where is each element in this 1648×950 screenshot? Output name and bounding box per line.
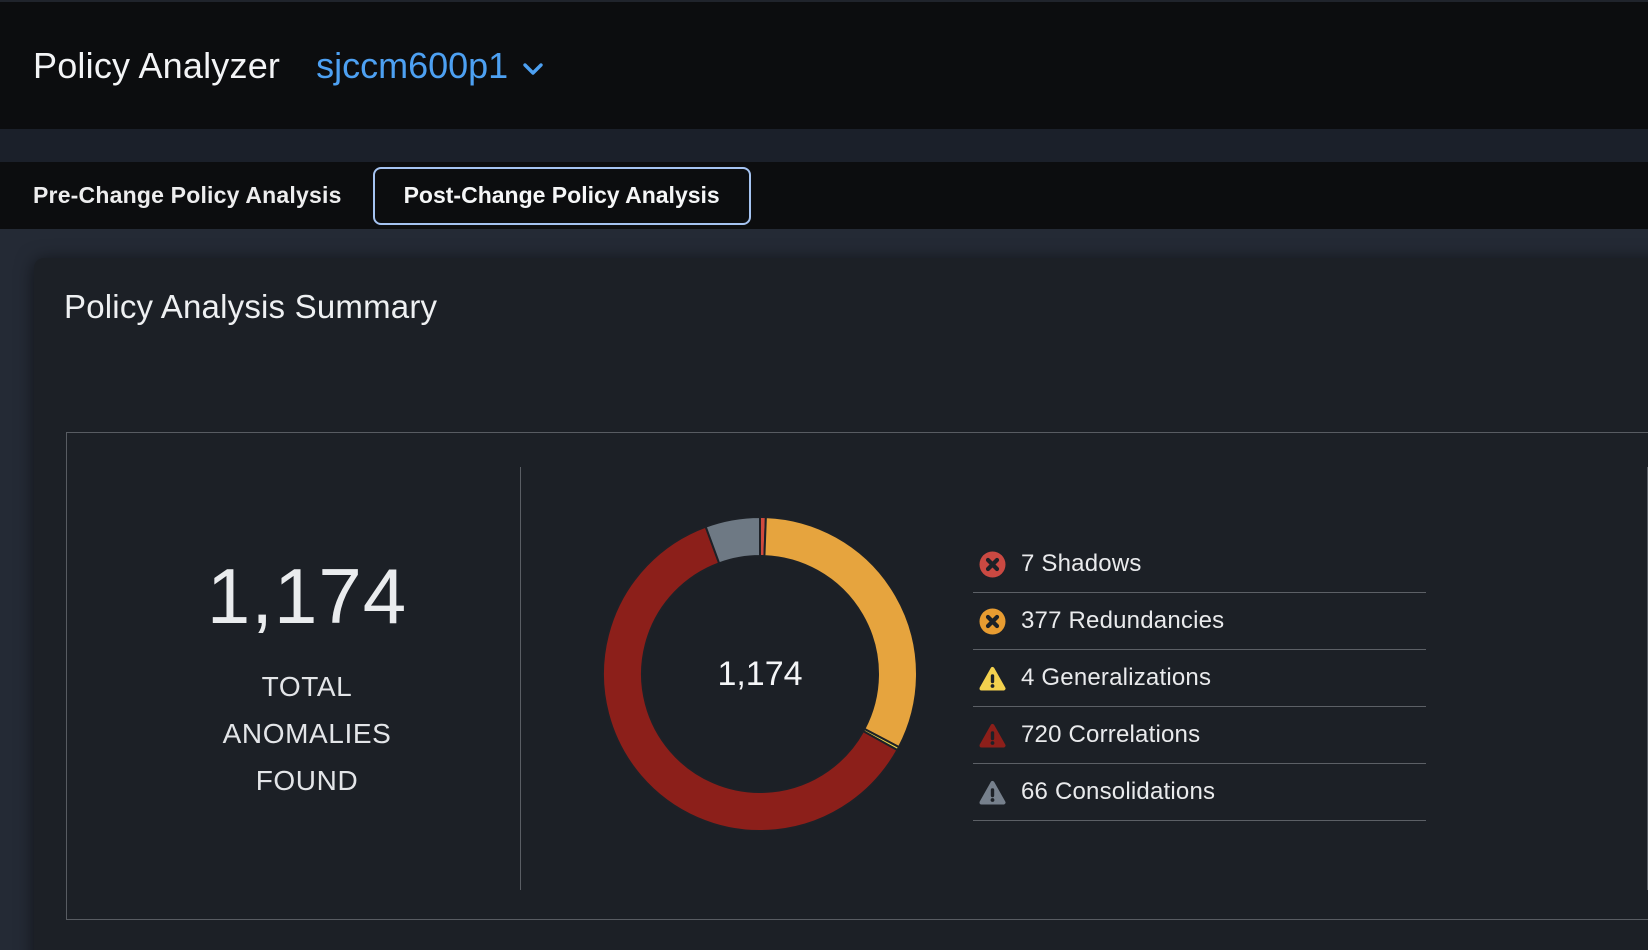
- device-selector[interactable]: sjccm600p1: [316, 45, 544, 87]
- legend-item-label: 720 Correlations: [1021, 721, 1200, 749]
- legend-item-correlations[interactable]: 720 Correlations: [973, 707, 1426, 764]
- tab-pre-change-policy-analysis[interactable]: Pre-Change Policy Analysis: [33, 182, 342, 209]
- section-divider: [520, 467, 521, 890]
- legend-item-consolidations[interactable]: 66 Consolidations: [973, 764, 1426, 821]
- circle-x-icon: [979, 608, 1006, 635]
- page-title: Policy Analyzer: [33, 45, 280, 87]
- tab-bar: Pre-Change Policy Analysis Post-Change P…: [0, 162, 1648, 229]
- legend-item-generalizations[interactable]: 4 Generalizations: [973, 650, 1426, 707]
- page-background: Policy Analysis Summary 1,174 TOTAL ANOM…: [0, 229, 1648, 950]
- warning-triangle-icon: [979, 779, 1006, 806]
- summary-panel: 1,174 TOTAL ANOMALIES FOUND 1,174 7 Shad…: [66, 432, 1648, 920]
- total-label-line: FOUND: [67, 757, 547, 804]
- total-anomalies-number: 1,174: [67, 551, 547, 642]
- chevron-down-icon: [522, 62, 544, 77]
- tab-post-change-policy-analysis[interactable]: Post-Change Policy Analysis: [373, 167, 751, 225]
- total-anomalies-block: 1,174 TOTAL ANOMALIES FOUND: [67, 433, 547, 919]
- header-divider-strip: [0, 129, 1648, 162]
- total-label-line: ANOMALIES: [67, 710, 547, 757]
- legend-item-shadows[interactable]: 7 Shadows: [973, 536, 1426, 593]
- app-header: Policy Analyzer sjccm600p1: [0, 2, 1648, 129]
- legend-item-label: 377 Redundancies: [1021, 607, 1224, 635]
- summary-heading: Policy Analysis Summary: [64, 288, 437, 326]
- anomaly-donut-chart: 1,174: [595, 509, 925, 839]
- warning-triangle-icon: [979, 665, 1006, 692]
- legend-item-label: 4 Generalizations: [1021, 664, 1211, 692]
- legend-item-label: 7 Shadows: [1021, 550, 1142, 578]
- donut-segments: [595, 509, 925, 839]
- legend-item-redundancies[interactable]: 377 Redundancies: [973, 593, 1426, 650]
- legend-item-label: 66 Consolidations: [1021, 778, 1215, 806]
- donut-segment-redundancies[interactable]: [764, 517, 917, 747]
- total-label-line: TOTAL: [67, 663, 547, 710]
- device-name[interactable]: sjccm600p1: [316, 45, 508, 87]
- total-anomalies-label: TOTAL ANOMALIES FOUND: [67, 663, 547, 804]
- anomaly-legend: 7 Shadows 377 Redundancies 4 Generalizatio…: [973, 536, 1426, 821]
- summary-card: Policy Analysis Summary 1,174 TOTAL ANOM…: [34, 258, 1648, 950]
- warning-triangle-icon: [979, 722, 1006, 749]
- circle-x-icon: [979, 551, 1006, 578]
